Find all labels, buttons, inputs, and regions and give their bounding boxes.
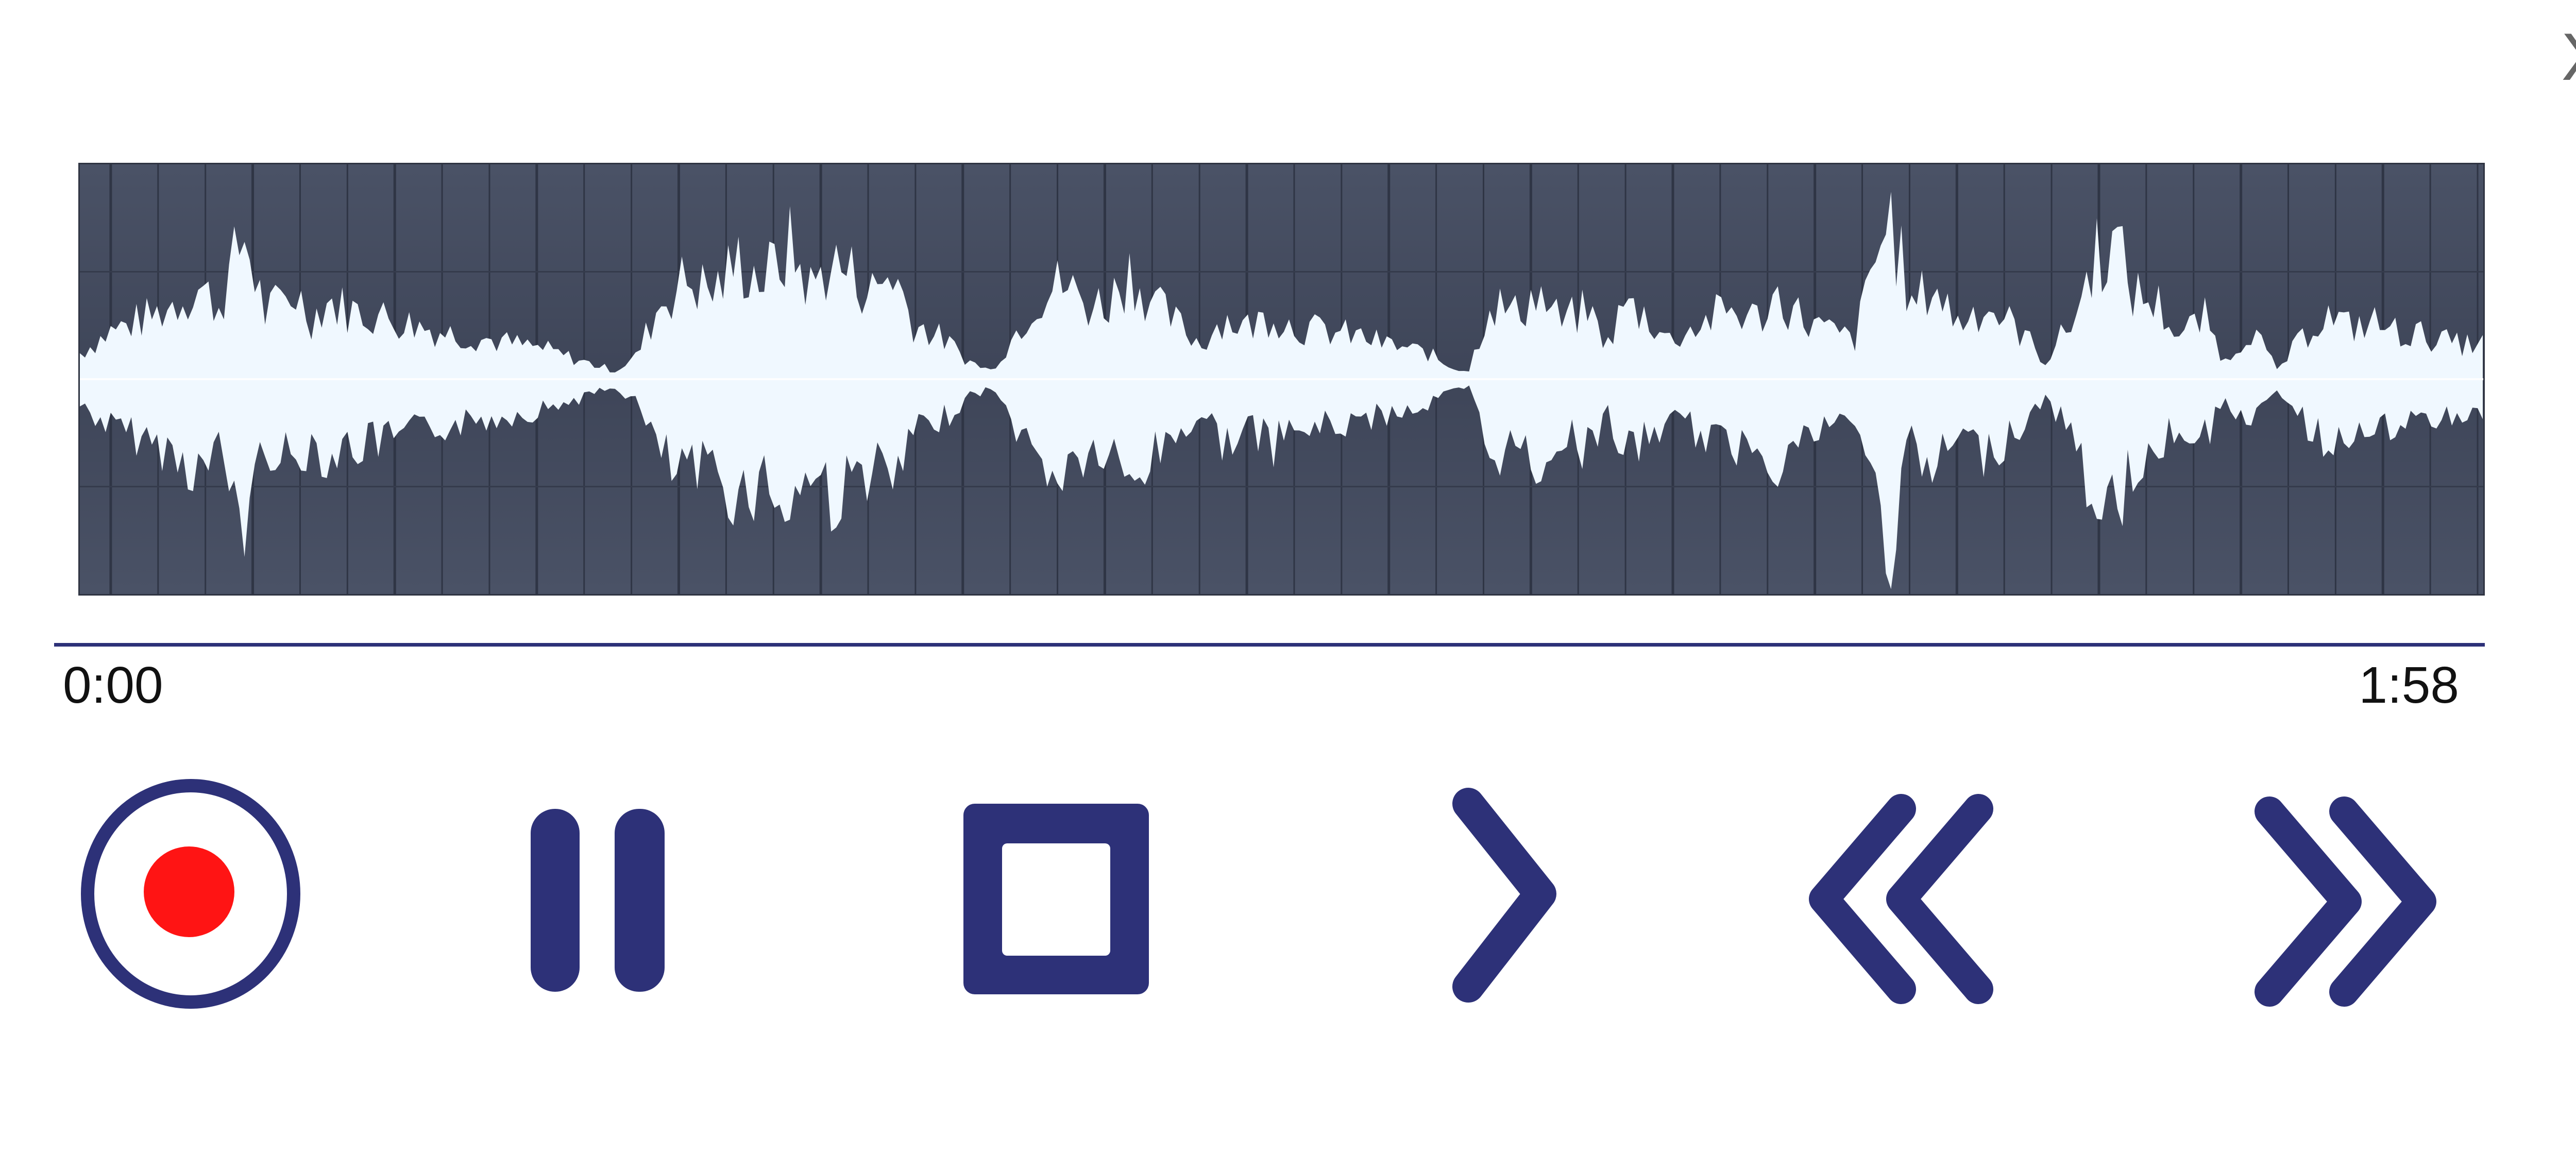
close-icon: X	[2562, 28, 2576, 85]
close-button[interactable]: X	[2555, 28, 2576, 85]
stop-button[interactable]	[961, 801, 1151, 997]
record-button[interactable]	[77, 775, 304, 1012]
pause-button[interactable]	[528, 804, 667, 994]
rewind-icon	[1809, 794, 1993, 1004]
current-time: 0:00	[63, 656, 163, 714]
play-icon	[1452, 788, 1556, 1003]
play-button[interactable]	[1448, 788, 1561, 1005]
total-time: 1:58	[2359, 656, 2459, 714]
pause-icon	[531, 809, 665, 992]
waveform-graphic	[80, 164, 2483, 594]
audio-waveform	[80, 192, 2483, 589]
record-icon	[81, 779, 300, 1009]
waveform-display[interactable]	[78, 163, 2485, 596]
rewind-button[interactable]	[1803, 791, 1999, 1007]
fast-forward-button[interactable]	[2249, 793, 2445, 1010]
stop-icon	[963, 804, 1149, 994]
fast-forward-icon	[2255, 796, 2436, 1007]
seek-bar[interactable]	[54, 643, 2485, 647]
close-label: X	[2562, 28, 2576, 85]
